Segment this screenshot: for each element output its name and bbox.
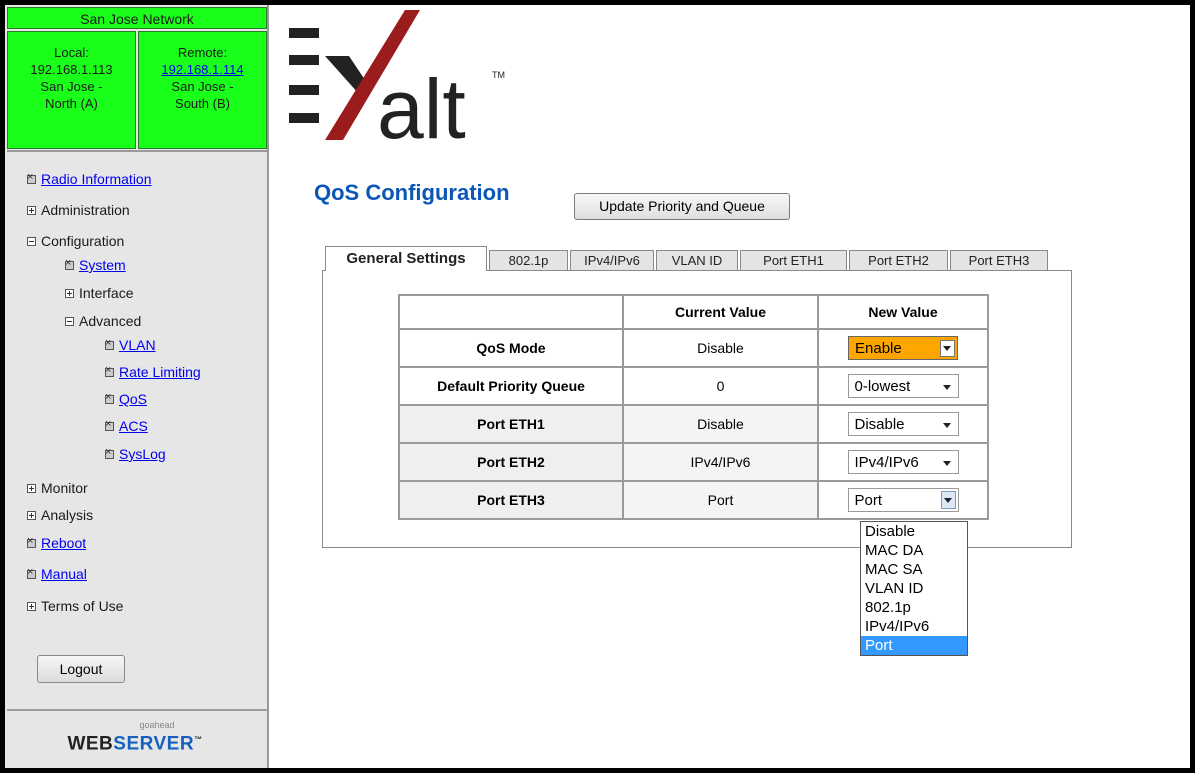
dropdown-option[interactable]: 802.1p [861,598,967,617]
dropdown-option[interactable]: MAC SA [861,560,967,579]
dropdown-option[interactable]: IPv4/IPv6 [861,617,967,636]
dropdown-option[interactable]: VLAN ID [861,579,967,598]
port-eth3-dropdown-list: Disable MAC DA MAC SA VLAN ID 802.1p IPv… [860,521,968,656]
window-frame [0,0,1195,773]
dropdown-option[interactable]: Disable [861,522,967,541]
tab-general-settings[interactable]: General Settings [325,246,487,271]
dropdown-option[interactable]: MAC DA [861,541,967,560]
dropdown-option-selected[interactable]: Port [861,636,967,655]
